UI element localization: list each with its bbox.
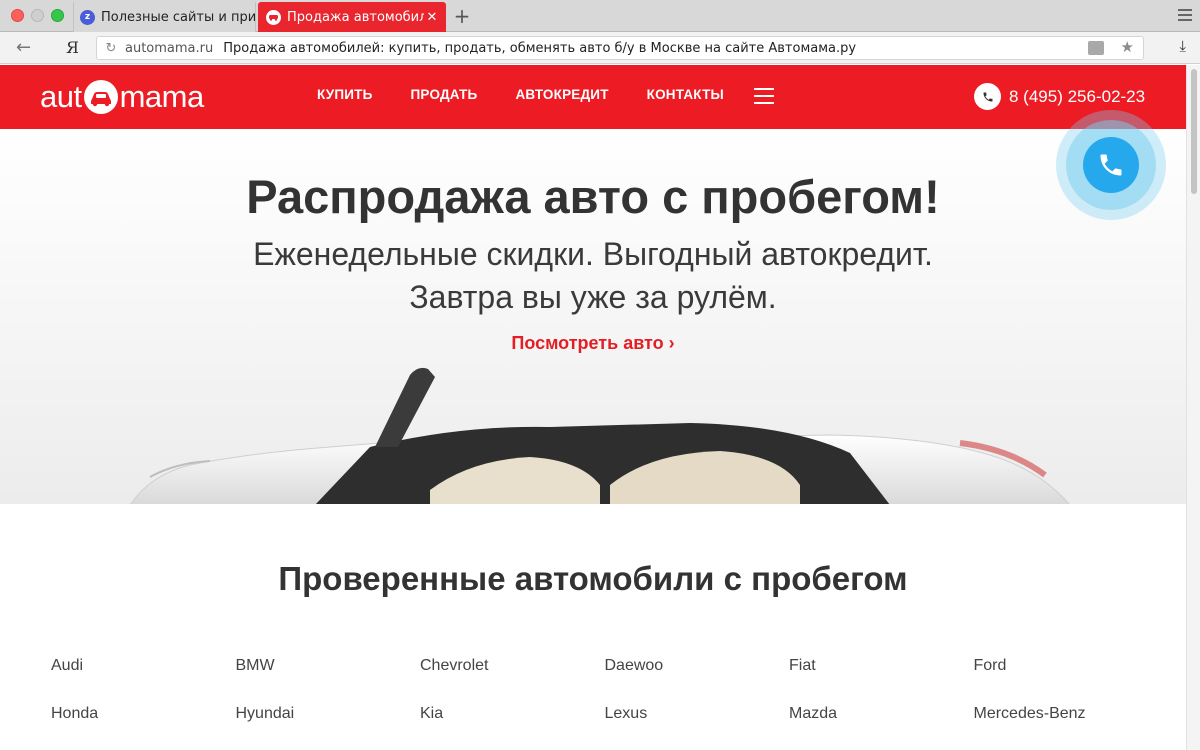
download-icon[interactable]: ⤓	[1179, 37, 1186, 55]
minimize-window-button[interactable]	[31, 9, 44, 22]
brand-link-chevrolet[interactable]: Chevrolet	[420, 657, 605, 675]
brand-list: Audi BMW Chevrolet Daewoo Fiat Ford Hond…	[51, 657, 1161, 723]
bookmark-star-icon[interactable]: ★	[1121, 38, 1134, 56]
brand-link-lexus[interactable]: Lexus	[605, 705, 790, 723]
tab-useful-sites[interactable]: z Полезные сайты и прило	[73, 2, 256, 32]
tab-title: Продажа автомобилей	[287, 9, 424, 25]
reload-icon[interactable]: ↻	[97, 41, 125, 56]
address-bar: ← Я ↻ automama.ru Продажа автомобилей: к…	[0, 32, 1200, 64]
nav-buy[interactable]: КУПИТЬ	[317, 87, 373, 102]
brand-link-ford[interactable]: Ford	[974, 657, 1159, 675]
yandex-logo[interactable]: Я	[66, 38, 79, 57]
hero-banner: Распродажа авто с пробегом! Еженедельные…	[0, 129, 1186, 504]
automama-logo[interactable]: aut mama	[40, 77, 204, 117]
z-icon: z	[80, 9, 95, 25]
tab-automama[interactable]: Продажа автомобилей ✕	[258, 2, 446, 32]
phone-number: 8 (495) 256-02-23	[1009, 86, 1146, 106]
browser-tab-bar: z Полезные сайты и прило Продажа автомоб…	[0, 0, 1200, 32]
url-field[interactable]: ↻ automama.ru Продажа автомобилей: купит…	[96, 36, 1144, 60]
callback-phone-icon	[1083, 137, 1139, 193]
header-phone[interactable]: 8 (495) 256-02-23	[974, 83, 1145, 110]
brand-link-hyundai[interactable]: Hyundai	[236, 705, 421, 723]
brand-link-mazda[interactable]: Mazda	[789, 705, 974, 723]
phone-icon	[974, 83, 1001, 110]
nav-autocredit[interactable]: АВТОКРЕДИТ	[515, 87, 608, 102]
close-tab-icon[interactable]: ✕	[424, 10, 440, 25]
brand-link-bmw[interactable]: BMW	[236, 657, 421, 675]
car-icon	[266, 9, 281, 25]
page-scrollbar[interactable]	[1186, 65, 1200, 750]
nav-contacts[interactable]: КОНТАКТЫ	[647, 87, 724, 102]
hamburger-menu-icon[interactable]	[754, 88, 774, 109]
view-cars-link[interactable]: Посмотреть авто ›	[0, 333, 1186, 354]
web-page: aut mama КУПИТЬ ПРОДАТЬ АВТОКРЕДИТ КОНТА…	[0, 65, 1186, 750]
brand-link-daewoo[interactable]: Daewoo	[605, 657, 790, 675]
maximize-window-button[interactable]	[51, 9, 64, 22]
back-arrow-icon[interactable]: ←	[16, 37, 31, 58]
protect-icon[interactable]	[1088, 41, 1104, 55]
logo-text-right: mama	[119, 79, 205, 114]
brand-link-kia[interactable]: Kia	[420, 705, 605, 723]
brand-link-mercedes-benz[interactable]: Mercedes-Benz	[974, 705, 1159, 723]
brand-link-honda[interactable]: Honda	[51, 705, 236, 723]
scrollbar-thumb[interactable]	[1191, 69, 1197, 194]
convertible-car-image	[130, 367, 1070, 504]
section-title: Проверенные автомобили с пробегом	[278, 560, 908, 597]
tab-title: Полезные сайты и прило	[101, 9, 255, 25]
callback-widget-button[interactable]	[1056, 110, 1166, 220]
hero-subtitle-line2: Завтра вы уже за рулём.	[409, 279, 777, 315]
hero-subtitle: Еженедельные скидки. Выгодный автокредит…	[0, 233, 1186, 319]
logo-text-left: aut	[40, 79, 82, 114]
brand-link-audi[interactable]: Audi	[51, 657, 236, 675]
main-nav: КУПИТЬ ПРОДАТЬ АВТОКРЕДИТ КОНТАКТЫ	[317, 87, 762, 102]
close-window-button[interactable]	[11, 9, 24, 22]
brand-link-fiat[interactable]: Fiat	[789, 657, 974, 675]
browser-menu-icon[interactable]	[1178, 9, 1192, 24]
hero-subtitle-line1: Еженедельные скидки. Выгодный автокредит…	[253, 236, 933, 272]
nav-sell[interactable]: ПРОДАТЬ	[411, 87, 478, 102]
logo-car-icon	[83, 80, 118, 114]
url-page-title: Продажа автомобилей: купить, продать, об…	[223, 40, 857, 56]
new-tab-button[interactable]: +	[452, 4, 472, 28]
site-header: aut mama КУПИТЬ ПРОДАТЬ АВТОКРЕДИТ КОНТА…	[0, 65, 1186, 129]
hero-title: Распродажа авто с пробегом!	[246, 170, 940, 223]
url-domain: automama.ru	[125, 40, 214, 56]
